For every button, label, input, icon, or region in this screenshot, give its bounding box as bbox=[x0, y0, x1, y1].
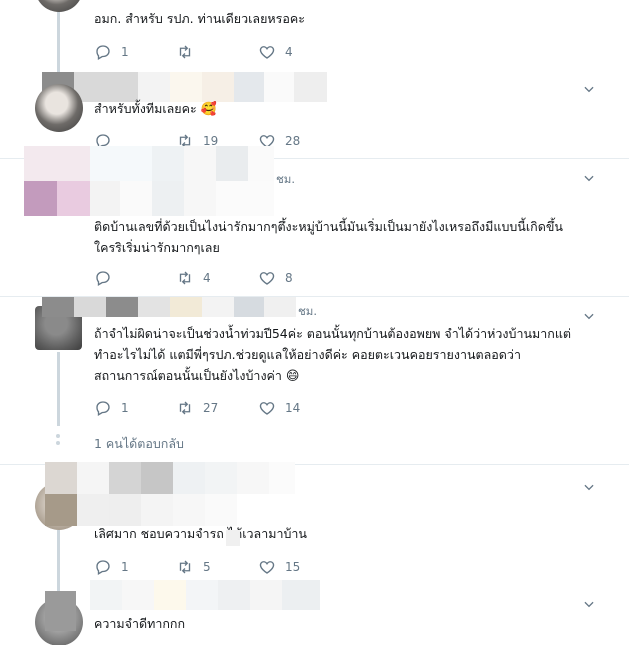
tweet-actions: 4 8 bbox=[94, 268, 328, 288]
blurred-patch bbox=[226, 530, 240, 546]
retweet-button[interactable]: 27 bbox=[176, 399, 258, 417]
like-button[interactable]: 15 bbox=[258, 558, 328, 576]
retweet-icon bbox=[179, 401, 191, 415]
reply-icon bbox=[96, 45, 110, 60]
retweet-icon bbox=[179, 560, 191, 574]
thread-line bbox=[57, 0, 60, 82]
tweet-text-line: สำหรับทั้งทีมเลยคะ bbox=[94, 101, 197, 116]
tweet-text: ติดบ้านเลขที่ด้วยเป็นไงน่ารักมากๆตึ้งะหม… bbox=[94, 216, 563, 258]
reply-count: 1 bbox=[121, 560, 129, 574]
heart-icon bbox=[259, 272, 275, 285]
blurred-username bbox=[90, 580, 320, 610]
retweet-icon bbox=[179, 45, 191, 59]
like-count: 28 bbox=[285, 134, 301, 148]
retweet-icon bbox=[179, 271, 191, 285]
reply-icon bbox=[96, 271, 110, 286]
reply-icon bbox=[96, 560, 110, 575]
tweet-text: เลิศมาก ชอบความจำรถ ได้เวลามาบ้าน bbox=[94, 523, 307, 544]
blurred-username bbox=[42, 297, 296, 317]
reply-button[interactable] bbox=[94, 269, 176, 287]
tweet-text: อมก. สำหรับ รปภ. ท่านเดียวเลยหรอคะ bbox=[94, 8, 305, 29]
chevron-down-icon[interactable] bbox=[582, 171, 596, 185]
reply-button[interactable]: 1 bbox=[94, 43, 176, 61]
reply-count: 1 bbox=[121, 401, 129, 415]
reply-button[interactable]: 1 bbox=[94, 399, 176, 417]
chevron-down-icon[interactable] bbox=[582, 82, 596, 96]
chevron-down-icon[interactable] bbox=[582, 480, 596, 494]
tweet-text-line: ทำอะไรไม่ได้ แตมีพี่ๆรปภ.ช่วยดูแลให้อย่า… bbox=[94, 347, 521, 362]
tweet-timestamp[interactable]: ชม. bbox=[298, 303, 317, 321]
tweet-text-line: ติดบ้านเลขที่ด้วยเป็นไงน่ารักมากๆตึ้งะหม… bbox=[94, 219, 563, 234]
tweet-text-line: เลิศมาก ชอบความจำรถ ได้เวลามาบ้าน bbox=[94, 526, 307, 541]
tweet-text-line: ใครริเริ่มน่ารักมากๆเลย bbox=[94, 240, 220, 255]
retweet-button[interactable] bbox=[176, 43, 258, 61]
chevron-down-icon[interactable] bbox=[582, 597, 596, 611]
tweet-text-line: อมก. สำหรับ รปภ. ท่านเดียวเลยหรอคะ bbox=[94, 11, 305, 26]
like-count: 14 bbox=[285, 401, 301, 415]
tweet-actions: 1 4 bbox=[94, 42, 328, 62]
more-replies-dots bbox=[56, 434, 60, 448]
heart-icon bbox=[259, 46, 275, 59]
heart-icon bbox=[259, 561, 275, 574]
blurred-username bbox=[45, 462, 295, 526]
like-count: 4 bbox=[285, 45, 293, 59]
heart-icon bbox=[259, 402, 275, 415]
tweet-actions: 1 27 14 bbox=[94, 398, 328, 418]
tweet-text-line: ความจำดีทากกก bbox=[94, 616, 186, 631]
avatar[interactable] bbox=[35, 0, 83, 12]
retweet-button[interactable]: 5 bbox=[176, 558, 258, 576]
like-button[interactable]: 8 bbox=[258, 269, 328, 287]
smiling-face-emoji: 🥰 bbox=[200, 102, 217, 117]
thread-line bbox=[57, 530, 60, 598]
reply-button[interactable]: 1 bbox=[94, 558, 176, 576]
retweet-count: 4 bbox=[203, 271, 211, 285]
tweet-timestamp[interactable]: ชม. bbox=[276, 171, 295, 189]
show-more-replies-link[interactable]: 1 คนได้ตอบกลับ bbox=[94, 434, 184, 454]
like-count: 8 bbox=[285, 271, 293, 285]
grinning-face-emoji: 😄 bbox=[285, 369, 300, 384]
like-button[interactable]: 14 bbox=[258, 399, 328, 417]
retweet-count: 5 bbox=[203, 560, 211, 574]
reply-icon bbox=[96, 401, 110, 416]
like-count: 15 bbox=[285, 560, 301, 574]
chevron-down-icon[interactable] bbox=[582, 309, 596, 323]
tweet-text: สำหรับทั้งทีมเลยคะ 🥰 bbox=[94, 98, 217, 120]
like-button[interactable]: 4 bbox=[258, 43, 328, 61]
retweet-count: 27 bbox=[203, 401, 219, 415]
blurred-username bbox=[24, 146, 274, 216]
tweet-actions: 1 5 15 bbox=[94, 557, 328, 577]
tweet-text: ความจำดีทากกก bbox=[94, 613, 185, 634]
retweet-button[interactable]: 4 bbox=[176, 269, 258, 287]
tweet-text: ถ้าจำไม่ผิดน่าจะเป็นช่วงน้ำท่วมปี54ค่ะ ต… bbox=[94, 323, 571, 387]
blurred-avatar-patch bbox=[45, 591, 76, 631]
tweet-text-line: สถานการณ์ตอนนั้นเป็นยังไงบ้างค่า bbox=[94, 368, 282, 383]
tweet-text-line: ถ้าจำไม่ผิดน่าจะเป็นช่วงน้ำท่วมปี54ค่ะ ต… bbox=[94, 326, 572, 341]
thread-line bbox=[57, 352, 60, 426]
reply-count: 1 bbox=[121, 45, 129, 59]
avatar[interactable] bbox=[35, 84, 83, 132]
